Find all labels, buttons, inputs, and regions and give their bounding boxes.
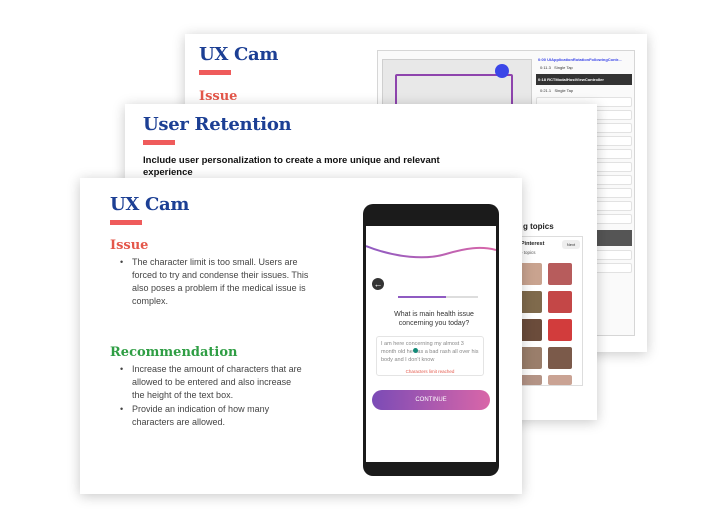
event-chip: 0:11.3 Single Tap — [540, 65, 632, 70]
issue-heading: Issue — [199, 89, 238, 104]
issue-list: The character limit is too small. Users … — [120, 256, 325, 309]
topic-tile[interactable] — [548, 263, 572, 285]
recommendation-heading: Recommendation — [110, 345, 238, 360]
event-time: 0:21.1 — [540, 88, 552, 93]
slide-subtitle: Include user personalization to create a… — [143, 155, 440, 178]
slide-title: UX Cam — [110, 194, 190, 215]
phone-mockup: ← What is main health issue concerning y… — [363, 204, 499, 476]
event-label: Single Tap — [554, 65, 573, 70]
topic-tile[interactable] — [548, 347, 572, 369]
question-text: What is main health issue concerning you… — [394, 311, 474, 327]
title-underline — [143, 140, 175, 145]
tap-indicator-icon — [495, 64, 509, 78]
char-limit-warning: Characters limit reached — [405, 369, 455, 374]
event-label: Single Tap — [554, 88, 574, 93]
event-row-title: 0:18 RCTModalHostViewController — [536, 74, 632, 85]
recommendation-item: Provide an indication of how many charac… — [120, 403, 305, 429]
next-button[interactable]: Next — [562, 240, 580, 249]
slide-title: UX Cam — [199, 44, 279, 65]
title-underline — [110, 220, 142, 225]
progress-track — [398, 296, 478, 298]
issue-heading: Issue — [110, 238, 149, 253]
event-chip: 0:21.1 Single Tap — [540, 88, 632, 93]
topic-tile[interactable] — [548, 375, 572, 385]
phone-screen: ← What is main health issue concerning y… — [366, 226, 496, 462]
issue-item: The character limit is too small. Users … — [120, 256, 325, 308]
recommendation-list: Increase the amount of characters that a… — [120, 363, 305, 430]
event-time: 0:11.3 — [540, 65, 551, 70]
back-arrow-icon[interactable]: ← — [372, 278, 384, 290]
topic-tile[interactable] — [548, 291, 572, 313]
topic-tile[interactable] — [548, 319, 572, 341]
event-row-title: 0:00 UIApplicationRotationFollowingContr… — [538, 57, 622, 62]
progress-fill — [398, 296, 446, 298]
slide-title: User Retention — [143, 114, 292, 135]
text-cursor-icon — [413, 348, 418, 353]
title-underline — [199, 70, 231, 75]
topics-label: g topics — [523, 222, 554, 231]
header-wave — [366, 245, 496, 259]
slide-front: UX Cam Issue The character limit is too … — [80, 178, 522, 494]
recommendation-item: Increase the amount of characters that a… — [120, 363, 305, 402]
topics-panel: o Pinterest ore topics Next — [513, 236, 583, 386]
slides-stage: UX Cam Issue 0:00 UIApplicationRotationF… — [0, 0, 704, 531]
continue-button[interactable]: CONTINUE — [372, 390, 490, 410]
